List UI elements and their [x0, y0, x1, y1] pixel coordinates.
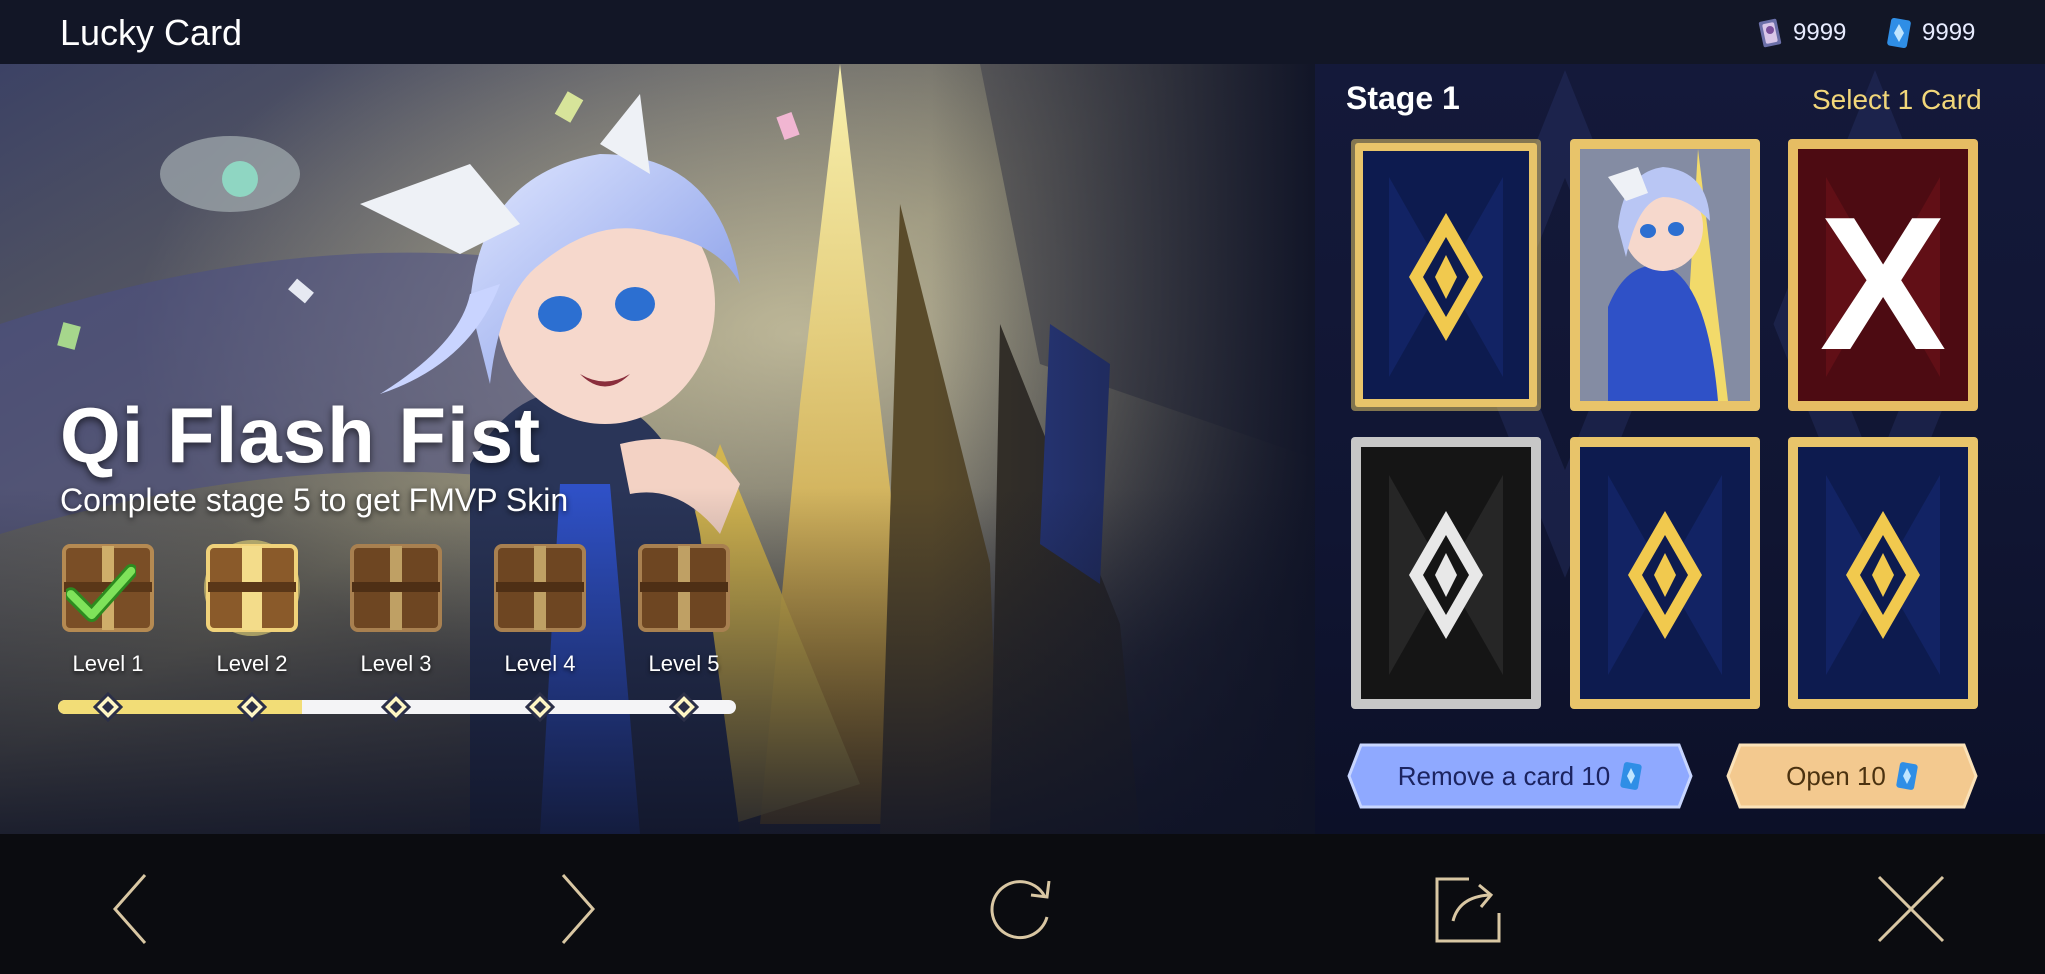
progress-node-icon	[525, 692, 555, 722]
close-icon	[1877, 875, 1945, 943]
level-1[interactable]: Level 1	[48, 536, 168, 677]
ticket-count: 9999	[1793, 19, 1847, 46]
ticket-icon	[1758, 18, 1782, 48]
progress-node-icon	[237, 692, 267, 722]
next-button[interactable]	[532, 864, 622, 954]
level-5[interactable]: Level 5	[624, 536, 744, 677]
skin-requirement: Complete stage 5 to get FMVP Skin	[60, 482, 569, 518]
level-label: Level 3	[360, 651, 432, 676]
diamond-icon	[1896, 762, 1918, 790]
level-label: Level 2	[216, 651, 288, 676]
previous-button[interactable]	[86, 864, 176, 954]
lucky-card-screen: Lucky Card 9999 9999 Qi Flash Fist Compl…	[0, 0, 2045, 974]
card-4-silver[interactable]	[1349, 435, 1543, 711]
diamond-icon	[1620, 762, 1642, 790]
open-card-button[interactable]: Open 10	[1726, 743, 1978, 809]
refresh-icon	[990, 880, 1051, 940]
refresh-button[interactable]	[976, 864, 1066, 954]
bottom-navigation	[0, 834, 2045, 974]
chest-icon	[204, 540, 300, 636]
stage-title: Stage 1	[1346, 80, 1460, 116]
share-button[interactable]	[1420, 864, 1510, 954]
progress-node-icon	[93, 692, 123, 722]
level-2[interactable]: Level 2	[192, 536, 312, 677]
card-3-removed: X	[1786, 137, 1980, 413]
card-2-revealed[interactable]	[1568, 137, 1762, 413]
open-card-label: Open 10	[1786, 760, 1886, 791]
remove-card-label: Remove a card 10	[1397, 760, 1611, 791]
card-6[interactable]	[1786, 435, 1980, 711]
chevron-right-icon	[561, 874, 596, 944]
remove-card-button[interactable]: Remove a card 10	[1347, 743, 1693, 809]
progress-node-icon	[669, 692, 699, 722]
diamond-balance: 9999	[1886, 16, 1975, 50]
check-icon	[66, 564, 136, 622]
level-3[interactable]: Level 3	[336, 536, 456, 677]
share-icon	[1435, 877, 1501, 943]
ticket-balance: 9999	[1757, 16, 1846, 50]
level-label: Level 4	[504, 651, 576, 676]
level-label: Level 5	[648, 651, 720, 676]
level-label: Level 1	[72, 651, 144, 676]
chest-icon	[494, 544, 586, 632]
removed-mark: X	[1820, 178, 1947, 390]
chest-icon	[350, 544, 442, 632]
diamond-icon	[1887, 17, 1911, 49]
chest-icon	[638, 544, 730, 632]
top-bar: Lucky Card 9999 9999	[0, 0, 2045, 64]
card-5[interactable]	[1568, 435, 1762, 711]
progress-node-icon	[381, 692, 411, 722]
page-title: Lucky Card	[60, 12, 243, 53]
close-button[interactable]	[1866, 864, 1956, 954]
card-1-selected[interactable]	[1349, 137, 1543, 413]
level-progress-bar	[58, 692, 736, 722]
level-4[interactable]: Level 4	[480, 536, 600, 677]
select-instruction: Select 1 Card	[1812, 84, 1982, 115]
chevron-left-icon	[112, 874, 147, 944]
skin-name: Qi Flash Fist	[60, 391, 542, 479]
diamond-count: 9999	[1922, 19, 1976, 46]
